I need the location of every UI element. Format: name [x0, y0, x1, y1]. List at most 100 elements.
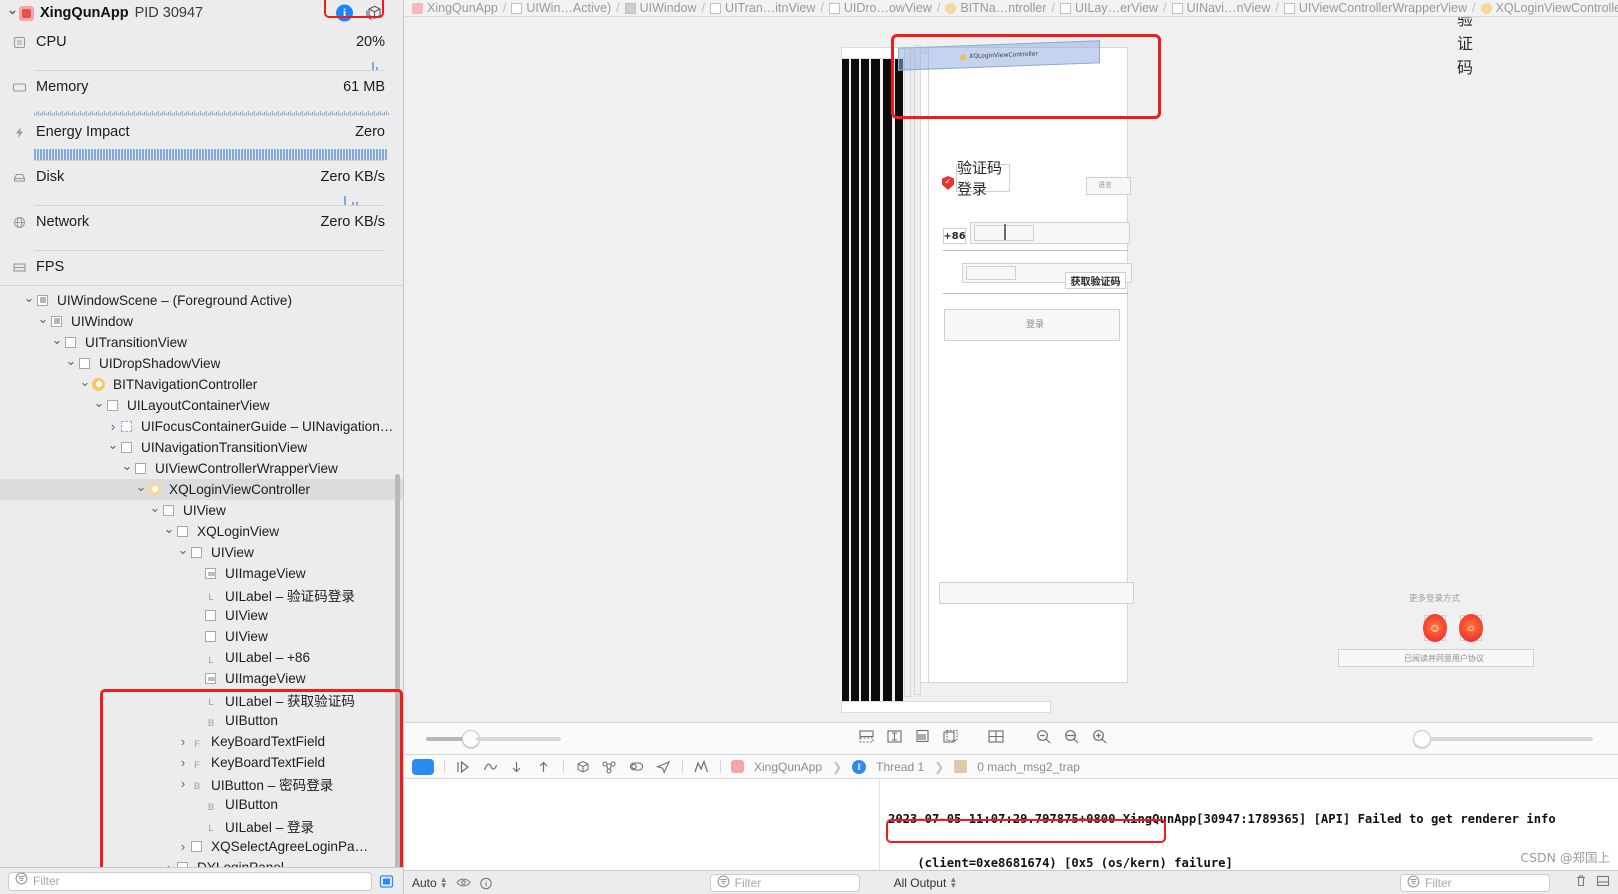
- chevron-down-icon[interactable]: [120, 461, 134, 477]
- tree-row[interactable]: DYLoginPanel: [0, 857, 403, 867]
- view-mode-icon[interactable]: [942, 729, 959, 749]
- environment-overrides-button[interactable]: [628, 759, 645, 774]
- breadcrumb-item[interactable]: UIWin…Active): [511, 1, 611, 15]
- chevron-right-icon[interactable]: [176, 839, 190, 854]
- chevron-right-icon[interactable]: [106, 419, 120, 434]
- breadcrumb-item[interactable]: UILay…erView: [1059, 1, 1158, 15]
- tree-row[interactable]: UIDropShadowView: [0, 353, 403, 374]
- debug-view-hierarchy-button[interactable]: [574, 759, 591, 774]
- tree-row[interactable]: XQLoginView: [0, 521, 403, 542]
- tree-row[interactable]: UIImageView: [0, 563, 403, 584]
- chevron-down-icon[interactable]: [134, 482, 148, 498]
- hide-console-icon[interactable]: [1596, 874, 1610, 891]
- gauge-row-disk[interactable]: Disk Zero KB/s: [0, 161, 403, 193]
- zoom-out-icon[interactable]: [1035, 729, 1052, 749]
- tree-row[interactable]: F KeyBoardTextField: [0, 752, 403, 773]
- instrument-button[interactable]: [693, 759, 710, 774]
- tree-row[interactable]: L UILabel – 获取验证码: [0, 689, 403, 710]
- chevron-right-icon[interactable]: [176, 755, 190, 770]
- chevron-down-icon[interactable]: [106, 440, 120, 456]
- tree-row[interactable]: XQSelectAgreeLoginPa…: [0, 836, 403, 857]
- tree-row[interactable]: UINavigationTransitionView: [0, 437, 403, 458]
- breadcrumb-item[interactable]: UIViewControllerWrapperView: [1283, 1, 1467, 15]
- scope-button[interactable]: [378, 874, 395, 889]
- info-circle-icon[interactable]: [479, 877, 494, 890]
- wireframe-icon[interactable]: [987, 729, 1005, 749]
- tree-row[interactable]: L UILabel – +86: [0, 647, 403, 668]
- tree-row[interactable]: B UIButton: [0, 710, 403, 731]
- tree-scrollbar[interactable]: [395, 474, 400, 867]
- step-over-button[interactable]: [455, 759, 472, 774]
- tree-row[interactable]: B UIButton: [0, 794, 403, 815]
- info-icon[interactable]: i: [336, 4, 353, 22]
- tree-row[interactable]: L UILabel – 登录: [0, 815, 403, 836]
- tree-row[interactable]: F KeyBoardTextField: [0, 731, 403, 752]
- qq-login-icon[interactable]: ○: [1459, 614, 1483, 642]
- view-hierarchy-canvas[interactable]: XQLoginViewController 验证码登录 语言 +86 获取验证码…: [404, 17, 1618, 722]
- gauge-row-energy[interactable]: Energy Impact Zero: [0, 116, 403, 148]
- tree-row[interactable]: B UIButton – 密码登录: [0, 773, 403, 794]
- breadcrumb-item[interactable]: XingQunApp: [412, 1, 498, 15]
- step-up-button[interactable]: [536, 759, 553, 774]
- variables-filter-input[interactable]: Filter: [709, 873, 860, 892]
- console-output[interactable]: 2023-07-05 11:07:29.797875+0800 XingQunA…: [880, 779, 1618, 870]
- tree-row[interactable]: BITNavigationController: [0, 374, 403, 395]
- debug-bar-frame[interactable]: 0 mach_msg2_trap: [977, 760, 1080, 774]
- spacing-slider[interactable]: [1413, 729, 1593, 748]
- tree-row[interactable]: UIFocusContainerGuide – UINavigation…: [0, 416, 403, 437]
- chevron-down-icon[interactable]: [148, 503, 162, 519]
- tree-row[interactable]: XQLoginViewController: [0, 479, 403, 500]
- zoom-reset-icon[interactable]: [1063, 729, 1080, 749]
- step-into-button[interactable]: [482, 759, 499, 774]
- orientation-icon[interactable]: [886, 729, 903, 749]
- gauge-row-fps[interactable]: FPS: [0, 251, 403, 283]
- chevron-down-icon[interactable]: [50, 335, 64, 351]
- clipped-content-icon[interactable]: [914, 729, 931, 749]
- tree-row[interactable]: UILayoutContainerView: [0, 395, 403, 416]
- step-out-button[interactable]: [509, 759, 526, 774]
- tree-row[interactable]: UIView: [0, 542, 403, 563]
- tree-row[interactable]: UIWindow: [0, 311, 403, 332]
- tree-row[interactable]: UIImageView: [0, 668, 403, 689]
- chevron-down-icon[interactable]: [162, 524, 176, 540]
- chevron-down-icon[interactable]: [22, 293, 36, 309]
- chevron-right-icon[interactable]: [162, 860, 176, 867]
- auto-selector[interactable]: Auto ▲ ▼: [412, 875, 448, 890]
- chevron-down-icon[interactable]: [78, 377, 92, 393]
- get-code-label[interactable]: 获取验证码: [1065, 272, 1126, 289]
- gauge-row-network[interactable]: Network Zero KB/s: [0, 206, 403, 238]
- chevron-right-icon[interactable]: [176, 776, 190, 791]
- variables-view[interactable]: [404, 779, 880, 870]
- view-hierarchy-tree[interactable]: UIWindowScene – (Foreground Active) UIWin…: [0, 285, 403, 867]
- chevron-down-icon[interactable]: [176, 545, 190, 561]
- tree-row[interactable]: UIWindowScene – (Foreground Active): [0, 290, 403, 311]
- chevron-down-icon[interactable]: [92, 398, 106, 414]
- memory-graph-button[interactable]: [601, 759, 618, 774]
- memory-graph-icon[interactable]: [365, 5, 383, 22]
- output-selector[interactable]: All Output ▲ ▼: [894, 875, 958, 890]
- breadcrumb-item[interactable]: UIWindow: [624, 1, 697, 15]
- chevron-down-icon[interactable]: [36, 314, 50, 330]
- trash-icon[interactable]: [1574, 874, 1588, 891]
- breadcrumb-item[interactable]: XQLoginViewController: [1480, 1, 1618, 15]
- breadcrumb-item[interactable]: UINavi…nView: [1171, 1, 1270, 15]
- breadcrumb-item[interactable]: UITran…itnView: [710, 1, 815, 15]
- navigator-filter-input[interactable]: Filter: [8, 871, 372, 891]
- tree-row[interactable]: UIView: [0, 500, 403, 521]
- chevron-down-icon[interactable]: [6, 6, 19, 20]
- gauge-row-memory[interactable]: Memory 61 MB: [0, 71, 403, 103]
- debug-bar-thread[interactable]: Thread 1: [876, 760, 924, 774]
- tree-row[interactable]: L UILabel – 验证码登录: [0, 584, 403, 605]
- tree-row[interactable]: UIView: [0, 605, 403, 626]
- breadcrumb-item[interactable]: BITNa…ntroller: [945, 1, 1046, 15]
- tree-row[interactable]: UIViewControllerWrapperView: [0, 458, 403, 479]
- get-code-button[interactable]: 获取验证码: [1457, 17, 1473, 77]
- breadcrumb-item[interactable]: UIDro…owView: [828, 1, 932, 15]
- eye-icon[interactable]: [455, 877, 471, 888]
- simulate-location-button[interactable]: [655, 759, 672, 774]
- chevron-right-icon[interactable]: [176, 734, 190, 749]
- process-header-row[interactable]: XingQunApp PID 30947 i: [0, 0, 403, 26]
- wechat-login-icon[interactable]: ☺: [1423, 614, 1447, 642]
- show-constraints-icon[interactable]: [858, 729, 875, 749]
- tree-row[interactable]: UIView: [0, 626, 403, 647]
